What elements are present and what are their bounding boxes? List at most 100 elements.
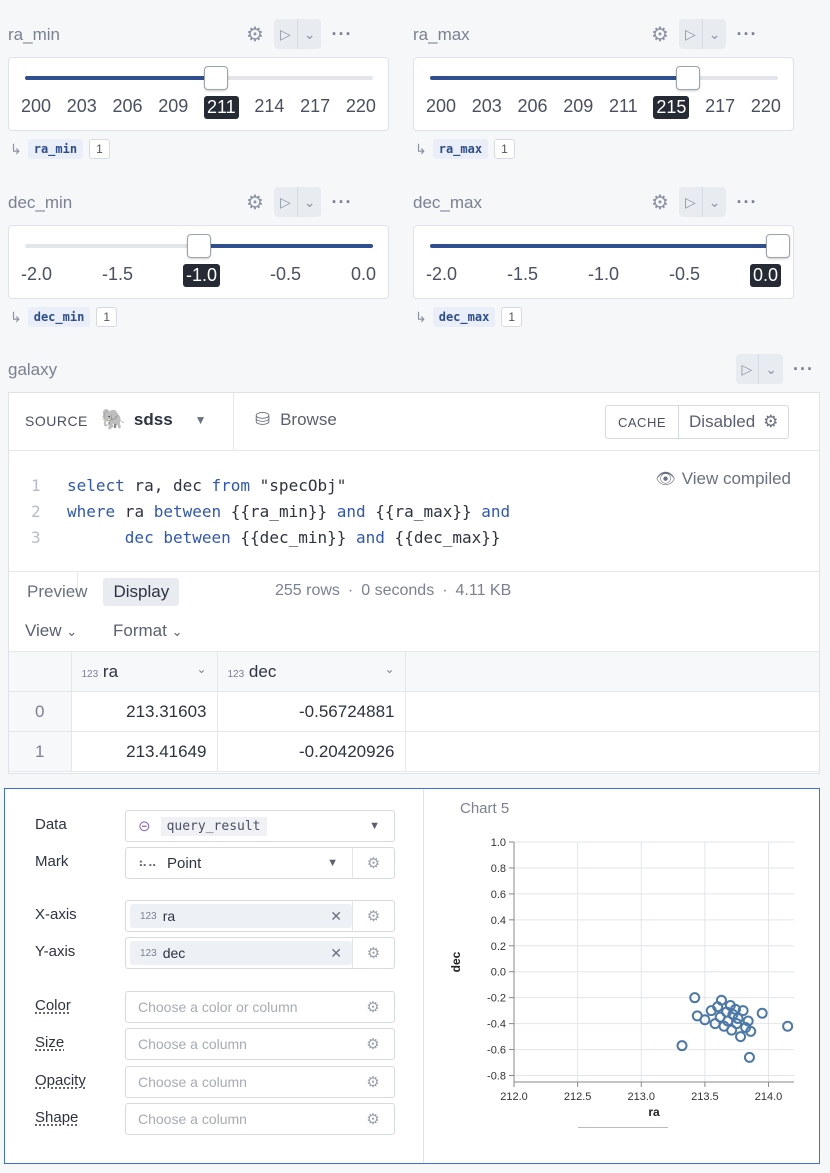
variable-name[interactable]: ra_min (27, 139, 84, 159)
database-browse-icon: ⛁ (255, 409, 271, 429)
line-number: 1 (31, 476, 41, 495)
view-compiled-label: View compiled (681, 469, 791, 488)
size-field[interactable]: Choose a column ⚙ (125, 1028, 395, 1060)
shape-field[interactable]: Choose a column ⚙ (125, 1103, 395, 1135)
gear-icon[interactable]: ⚙ (352, 992, 394, 1022)
more-options-icon[interactable]: ··· (331, 24, 352, 45)
chevron-down-icon[interactable]: ⌄ (384, 662, 394, 676)
table-row[interactable]: 0 213.31603 -0.56724881 (9, 691, 819, 732)
gear-icon[interactable]: ⚙ (763, 412, 778, 432)
more-options-icon[interactable]: ··· (736, 24, 757, 45)
chevron-down-icon[interactable]: ⌄ (703, 194, 727, 211)
data-select[interactable]: ⊝ query_result ▼ (125, 810, 395, 842)
run-button-group[interactable]: ▷ ⌄ (678, 187, 727, 217)
empty-cell (405, 732, 819, 772)
settings-icon[interactable]: ⚙ (651, 22, 669, 47)
more-options-icon[interactable]: ··· (331, 192, 352, 213)
mark-select[interactable]: ⠦⠤ Point ▼ ⚙ (125, 847, 395, 879)
tab-preview[interactable]: Preview (17, 578, 97, 606)
run-button-group[interactable]: ▷ ⌄ (678, 19, 727, 49)
sql-keyword: between (153, 502, 222, 521)
run-icon[interactable]: ▷ (679, 194, 702, 211)
view-compiled-button[interactable]: 👁 View compiled (655, 469, 791, 489)
slider-title: dec_min (8, 193, 73, 212)
slider-thumb[interactable] (675, 66, 700, 90)
variable-tag: ↳ dec_min 1 (10, 307, 117, 327)
variable-name[interactable]: dec_max (432, 307, 496, 327)
browse-label: Browse (280, 409, 337, 429)
settings-icon[interactable]: ⚙ (246, 22, 264, 47)
xaxis-value: ra (162, 908, 176, 924)
xaxis-chip[interactable]: 123 ra ✕ (130, 904, 352, 928)
y-tick-label: -0.6 (487, 1045, 506, 1057)
gear-icon[interactable]: ⚙ (352, 1104, 394, 1134)
more-options-icon[interactable]: ··· (793, 359, 814, 380)
variable-name[interactable]: ra_max (432, 139, 489, 159)
cell-ra[interactable]: 213.41649 (71, 731, 218, 772)
close-icon[interactable]: ✕ (330, 908, 342, 925)
sql-text: {{ra_max}} (365, 502, 482, 521)
slider-title: ra_min (8, 25, 60, 44)
gear-icon[interactable]: ⚙ (352, 901, 394, 931)
slider-ticks: -2.0 -1.5 -1.0 -0.5 0.0 (21, 264, 376, 287)
run-icon[interactable]: ▷ (274, 194, 297, 211)
chevron-down-icon[interactable]: ⌄ (703, 26, 727, 43)
yaxis-field[interactable]: 123 dec ✕ ⚙ (125, 937, 395, 969)
gear-icon[interactable]: ⚙ (352, 938, 394, 968)
settings-icon[interactable]: ⚙ (651, 190, 669, 215)
run-icon[interactable]: ▷ (736, 361, 759, 378)
tab-display[interactable]: Display (103, 578, 180, 606)
column-header-dec[interactable]: 123 dec ⌄ (217, 651, 406, 692)
yaxis-value: dec (162, 945, 186, 961)
cell-dec[interactable]: -0.20420926 (217, 731, 406, 772)
chevron-down-icon[interactable]: ⌄ (298, 194, 322, 211)
shape-label: Shape (35, 1109, 79, 1126)
column-name: ra (102, 661, 119, 681)
run-button-group[interactable]: ▷ ⌄ (735, 354, 784, 384)
slider-value-label: 0.0 (749, 264, 781, 287)
table-row[interactable]: 1 213.41649 -0.20420926 (9, 731, 819, 772)
close-icon[interactable]: ✕ (330, 945, 342, 962)
cache-setting[interactable]: Disabled ⚙ (679, 406, 788, 438)
xaxis-field[interactable]: 123 ra ✕ ⚙ (125, 900, 395, 932)
cell-dec[interactable]: -0.56724881 (217, 691, 406, 732)
slider-thumb[interactable] (766, 234, 790, 258)
slider-ticks: 200 203 206 209 211 214 217 220 (21, 96, 376, 119)
browse-button[interactable]: ⛁ Browse (255, 409, 337, 430)
variable-reference-count: 1 (494, 139, 515, 159)
run-button-group[interactable]: ▷ ⌄ (273, 187, 322, 217)
run-icon[interactable]: ▷ (274, 26, 297, 43)
slider-thumb[interactable] (187, 234, 211, 258)
gear-icon[interactable]: ⚙ (352, 848, 394, 878)
cell-ra[interactable]: 213.31603 (71, 691, 218, 732)
variable-name[interactable]: dec_min (27, 307, 91, 327)
run-icon[interactable]: ▷ (679, 26, 702, 43)
x-tick-label: 213.5 (691, 1091, 719, 1103)
gear-icon[interactable]: ⚙ (352, 1029, 394, 1059)
variable-reference-count: 1 (501, 307, 522, 327)
chevron-down-icon[interactable]: ⌄ (298, 26, 322, 43)
chevron-down-icon[interactable]: ⌄ (759, 361, 783, 378)
opacity-field[interactable]: Choose a column ⚙ (125, 1066, 395, 1098)
chart-resize-handle[interactable] (578, 1127, 668, 1128)
results-tabs: Preview Display 255 rows · 0 seconds · 4.… (9, 571, 819, 611)
cache-control[interactable]: CACHE Disabled ⚙ (605, 405, 790, 439)
settings-icon[interactable]: ⚙ (246, 190, 264, 215)
slider-thumb[interactable] (204, 66, 229, 90)
gear-icon[interactable]: ⚙ (352, 1067, 394, 1097)
run-button-group[interactable]: ▷ ⌄ (273, 19, 322, 49)
code-editor[interactable]: 👁 View compiled 1 select ra, dec from "sp… (9, 451, 819, 595)
shape-placeholder: Choose a column (138, 1111, 247, 1127)
color-field[interactable]: Choose a color or column ⚙ (125, 991, 395, 1023)
sql-keyword: select (67, 476, 125, 495)
yaxis-chip[interactable]: 123 dec ✕ (130, 941, 352, 965)
chevron-down-icon[interactable]: ⌄ (196, 662, 206, 676)
source-select[interactable]: 🐘 sdss ▼ (101, 407, 207, 432)
format-dropdown[interactable]: Format ⌄ (113, 621, 182, 641)
sql-keyword: and (336, 502, 366, 521)
scatter-chart[interactable]: 212.0 212.5 213.0 213.5 214.0 1.0 0.8 0.6 0.4 0.2… (440, 830, 810, 1130)
view-dropdown[interactable]: View ⌄ (25, 621, 77, 641)
more-options-icon[interactable]: ··· (736, 192, 757, 213)
column-header-ra[interactable]: 123 ra ⌄ (71, 651, 218, 692)
y-tick-label: 1.0 (491, 837, 506, 849)
